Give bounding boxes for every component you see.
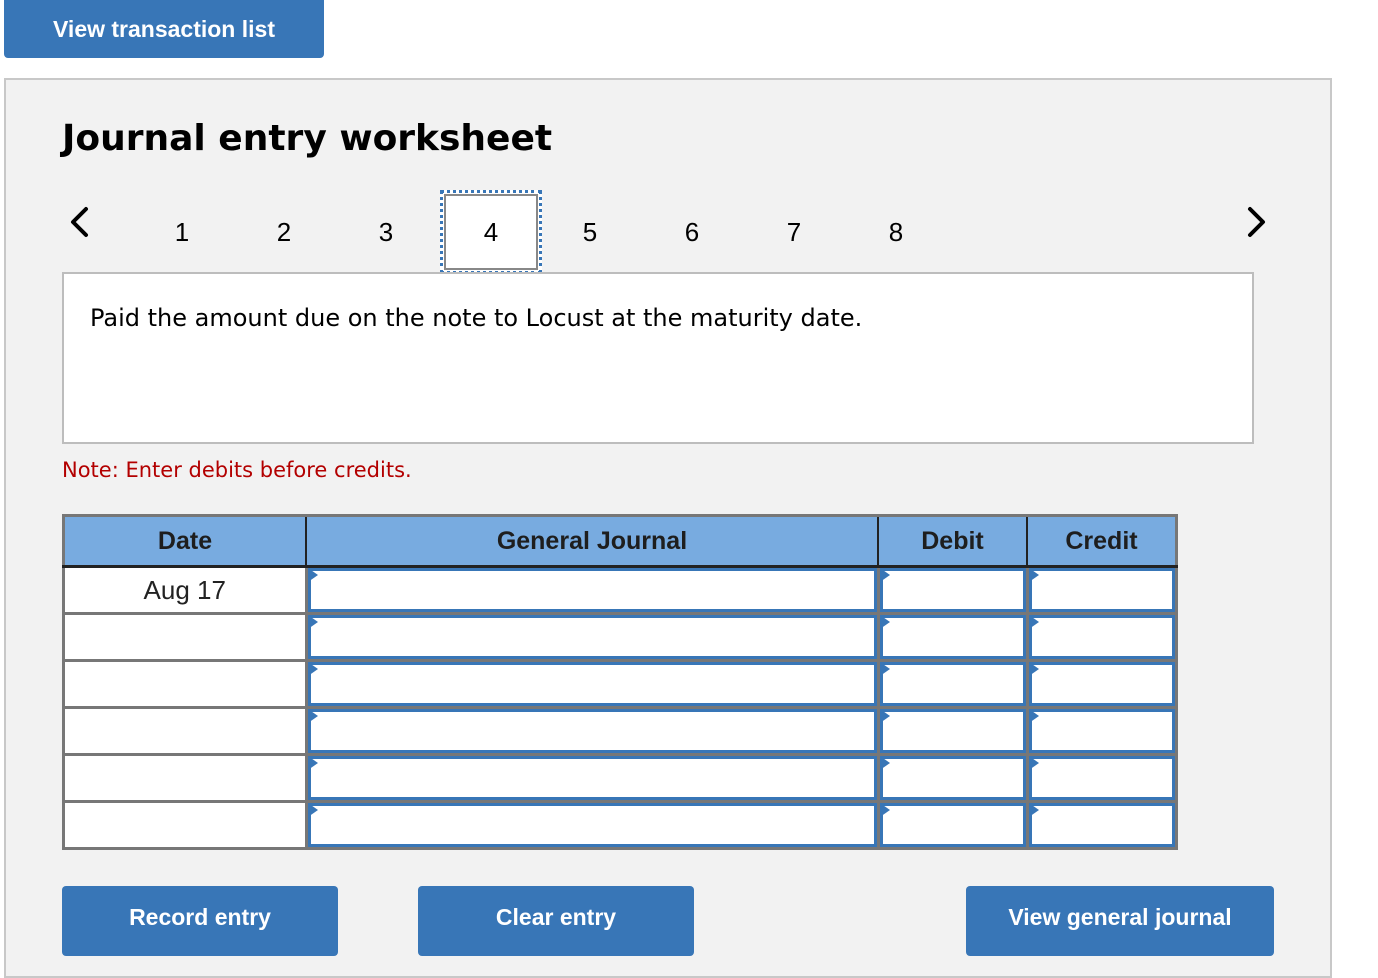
chevron-left-icon — [71, 207, 88, 237]
credit-cell — [1025, 706, 1178, 756]
table-row: Aug 17 — [62, 565, 1178, 615]
credit-cell — [1025, 753, 1178, 803]
table-row — [62, 612, 1178, 662]
credit-input[interactable] — [1028, 709, 1175, 753]
table-row — [62, 753, 1178, 803]
date-cell: Aug 17 — [62, 565, 308, 615]
account-cell — [304, 753, 880, 803]
table-row — [62, 800, 1178, 850]
account-cell — [304, 612, 880, 662]
date-cell — [62, 659, 308, 709]
header-date: Date — [62, 514, 307, 568]
tab-step-3[interactable]: 3 — [335, 190, 437, 274]
date-cell — [62, 706, 308, 756]
journal-table: Date General Journal Debit Credit Aug 17 — [62, 514, 1178, 850]
dropdown-flag-icon — [879, 709, 890, 723]
debit-cell — [876, 706, 1029, 756]
debit-cell — [876, 753, 1029, 803]
next-button[interactable] — [1242, 202, 1272, 242]
tab-step-8[interactable]: 8 — [845, 190, 947, 274]
tab-step-4[interactable]: 4 — [440, 190, 542, 274]
page-title: Journal entry worksheet — [62, 118, 553, 159]
view-general-journal-button[interactable]: View general journal — [966, 886, 1274, 956]
debit-input[interactable] — [879, 615, 1026, 659]
chevron-right-icon — [1248, 207, 1265, 237]
dropdown-flag-icon — [307, 568, 318, 582]
account-cell — [304, 800, 880, 850]
account-input[interactable] — [307, 568, 877, 612]
view-transaction-list-button[interactable]: View transaction list — [4, 0, 324, 58]
account-cell — [304, 565, 880, 615]
date-cell — [62, 753, 308, 803]
transaction-description: Paid the amount due on the note to Locus… — [90, 304, 863, 332]
tab-step-7[interactable]: 7 — [743, 190, 845, 274]
dropdown-flag-icon — [879, 568, 890, 582]
credit-cell — [1025, 565, 1178, 615]
credit-cell — [1025, 659, 1178, 709]
credit-input[interactable] — [1028, 662, 1175, 706]
dropdown-flag-icon — [1028, 568, 1039, 582]
credit-cell — [1025, 800, 1178, 850]
dropdown-flag-icon — [879, 662, 890, 676]
account-input[interactable] — [307, 662, 877, 706]
table-row — [62, 706, 1178, 756]
credit-input[interactable] — [1028, 756, 1175, 800]
note-text: Note: Enter debits before credits. — [62, 458, 412, 482]
account-input[interactable] — [307, 709, 877, 753]
dropdown-flag-icon — [1028, 662, 1039, 676]
dropdown-flag-icon — [307, 709, 318, 723]
dropdown-flag-icon — [879, 756, 890, 770]
table-header-row: Date General Journal Debit Credit — [62, 514, 1178, 568]
debit-input[interactable] — [879, 803, 1026, 847]
account-cell — [304, 706, 880, 756]
dropdown-flag-icon — [307, 662, 318, 676]
credit-cell — [1025, 612, 1178, 662]
date-cell — [62, 612, 308, 662]
account-input[interactable] — [307, 615, 877, 659]
debit-cell — [876, 800, 1029, 850]
transaction-description-box: Paid the amount due on the note to Locus… — [62, 272, 1254, 444]
dropdown-flag-icon — [879, 803, 890, 817]
tab-step-1[interactable]: 1 — [131, 190, 233, 274]
account-input[interactable] — [307, 803, 877, 847]
credit-input[interactable] — [1028, 803, 1175, 847]
record-entry-button[interactable]: Record entry — [62, 886, 338, 956]
dropdown-flag-icon — [307, 803, 318, 817]
debit-input[interactable] — [879, 662, 1026, 706]
credit-input[interactable] — [1028, 568, 1175, 612]
table-row — [62, 659, 1178, 709]
account-input[interactable] — [307, 756, 877, 800]
dropdown-flag-icon — [1028, 803, 1039, 817]
dropdown-flag-icon — [307, 756, 318, 770]
header-credit: Credit — [1026, 514, 1178, 568]
date-cell — [62, 800, 308, 850]
credit-input[interactable] — [1028, 615, 1175, 659]
account-cell — [304, 659, 880, 709]
prev-button[interactable] — [64, 202, 94, 242]
tab-step-5[interactable]: 5 — [539, 190, 641, 274]
dropdown-flag-icon — [879, 615, 890, 629]
dropdown-flag-icon — [1028, 709, 1039, 723]
tab-step-2[interactable]: 2 — [233, 190, 335, 274]
header-debit: Debit — [877, 514, 1028, 568]
debit-input[interactable] — [879, 568, 1026, 612]
clear-entry-button[interactable]: Clear entry — [418, 886, 694, 956]
debit-input[interactable] — [879, 756, 1026, 800]
dropdown-flag-icon — [1028, 756, 1039, 770]
debit-cell — [876, 565, 1029, 615]
tab-step-6[interactable]: 6 — [641, 190, 743, 274]
dropdown-flag-icon — [1028, 615, 1039, 629]
debit-cell — [876, 612, 1029, 662]
header-general-journal: General Journal — [305, 514, 879, 568]
debit-cell — [876, 659, 1029, 709]
dropdown-flag-icon — [307, 615, 318, 629]
debit-input[interactable] — [879, 709, 1026, 753]
